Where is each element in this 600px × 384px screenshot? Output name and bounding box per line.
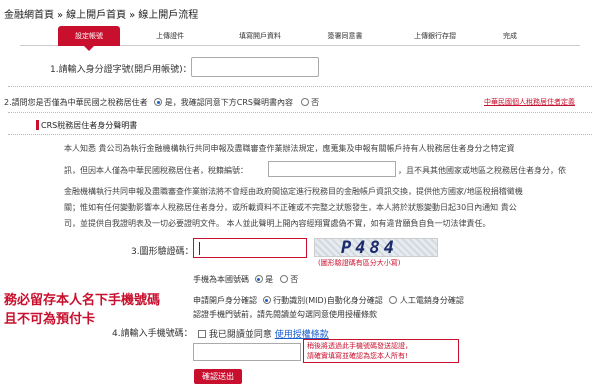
mid-verification-radio[interactable] xyxy=(262,296,271,304)
tax-residency-no-label: 否 xyxy=(311,98,320,107)
tax-residency-definition-link[interactable]: 中華民國個人稅務居住者定義 xyxy=(484,97,575,107)
id-number-input[interactable] xyxy=(191,57,319,77)
tax-residency-label: 2.請問您是否僅為中華民國之稅務居住者 xyxy=(4,98,148,107)
domestic-mobile-label: 手機為本國號碼 xyxy=(193,275,249,284)
declaration-line: ，且不具其他國家或地區之稅務居住者身分，依 xyxy=(398,166,566,175)
breadcrumb-separator: » xyxy=(57,10,64,21)
phone-warning-line: 稍後將透過此手機號碼發送認證， xyxy=(307,342,412,350)
domestic-mobile-no-radio[interactable] xyxy=(279,275,288,283)
domestic-mobile-no-label: 否 xyxy=(290,275,299,284)
id-number-label: 1.請輸入身分證字號(開戶用帳號)： xyxy=(50,65,192,75)
declaration-line: 訊，但因本人僅為中華民國稅務居住者，稅籍編號： xyxy=(64,166,248,175)
divider xyxy=(8,112,592,113)
manual-verification-radio[interactable] xyxy=(389,296,398,304)
crs-title-text: CRS稅務居住者身分聲明書 xyxy=(41,121,138,130)
step-sign-consent: 簽署同意書 xyxy=(327,32,363,40)
captcha-label: 3.圖形驗證碼： xyxy=(131,247,194,257)
breadcrumb-current: 線上開戶流程 xyxy=(138,10,199,21)
identity-verification-question: 申請開戶身分確認 行動識別(MID)自動化身分確認 人工電銷身分確認 xyxy=(193,295,464,306)
domestic-mobile-yes-radio[interactable] xyxy=(254,275,263,283)
declaration-line: 本人知悉 貴公司為執行金融機構執行共同申報及盡職審查作業辦法規定，應蒐集及申報有… xyxy=(64,144,515,153)
submit-button[interactable]: 確認送出 xyxy=(194,369,242,384)
domestic-mobile-question: 手機為本國號碼 是 否 xyxy=(193,274,298,285)
terms-checkbox[interactable] xyxy=(198,330,206,338)
divider xyxy=(8,134,592,135)
phone-warning-line: 請確實填寫並確認為您本人所有! xyxy=(307,352,408,360)
step-progress-bar: 設定帳號 上傳證件 填寫開戶資料 簽署同意書 上傳銀行存摺 完成 xyxy=(20,26,580,51)
breadcrumb-home-link[interactable]: 金融網首頁 xyxy=(4,10,54,21)
declaration-line: 金融機構執行共同申報及盡職審查作業辦法將不會經由政府間協定進行稅務目的金融帳戶資… xyxy=(64,187,523,196)
phone-number-label: 4.請輸入手機號碼： xyxy=(112,329,193,339)
tax-residency-no-radio[interactable] xyxy=(300,98,309,106)
mobile-owner-note: 務必留存本人名下手機號碼 xyxy=(4,293,161,308)
captcha-image[interactable]: P484 xyxy=(314,238,438,257)
declaration-line: 關；惟如有任何變動影響本人稅務居住者身分，或所載資料不正確或不完整之狀態發生，本… xyxy=(64,203,517,212)
captcha-text: P484 xyxy=(341,238,398,257)
tax-id-input[interactable] xyxy=(268,161,396,177)
step-set-account: 設定帳號 xyxy=(58,26,120,51)
step-fill-data: 填寫開戶資料 xyxy=(239,32,281,40)
phone-warning-box: 稍後將透過此手機號碼發送認證， 請確實填寫並確認為您本人所有! xyxy=(303,339,459,363)
divider xyxy=(8,86,592,87)
tax-residency-yes-radio[interactable] xyxy=(154,98,163,106)
breadcrumb-account-home-link[interactable]: 線上開戶首頁 xyxy=(66,10,126,21)
step-upload-id: 上傳證件 xyxy=(156,32,184,40)
captcha-case-note: (圖形驗證碼有區分大小寫) xyxy=(318,259,401,267)
declaration-line: 司，並提供自我證明表及一切必要證明文件。 本人並此聲明上開內容經翔實處偽不實，如… xyxy=(64,219,491,228)
breadcrumb: 金融網首頁» 線上開戶首頁» 線上開戶流程 xyxy=(4,6,198,21)
authorization-hint: 認證手機門號前，請先閱讀並勾選同意使用授權條款 xyxy=(193,310,377,319)
tax-residency-question: 2.請問您是否僅為中華民國之稅務居住者 是，我確認同意下方CRS聲明書內容 否 xyxy=(4,97,319,108)
step-complete: 完成 xyxy=(503,32,517,40)
text-caret xyxy=(199,242,200,255)
phone-number-input[interactable] xyxy=(193,343,301,361)
domestic-mobile-yes-label: 是 xyxy=(265,275,274,284)
step-upload-passbook: 上傳銀行存摺 xyxy=(414,32,456,40)
tax-residency-yes-label: 是，我確認同意下方CRS聲明書內容 xyxy=(164,98,293,107)
identity-verification-label: 申請開戶身分確認 xyxy=(193,296,257,305)
mid-verification-label: 行動識別(MID)自動化身分確認 xyxy=(273,296,383,305)
terms-agree-text: 我已閱讀並同意 xyxy=(208,330,272,340)
title-marker-icon xyxy=(36,120,39,130)
no-prepaid-note: 且不可為預付卡 xyxy=(4,312,96,327)
breadcrumb-separator: » xyxy=(129,10,136,21)
captcha-input[interactable] xyxy=(193,238,307,258)
crs-declaration-title: CRS稅務居住者身分聲明書 xyxy=(36,120,137,131)
manual-verification-label: 人工電銷身分確認 xyxy=(399,296,464,305)
